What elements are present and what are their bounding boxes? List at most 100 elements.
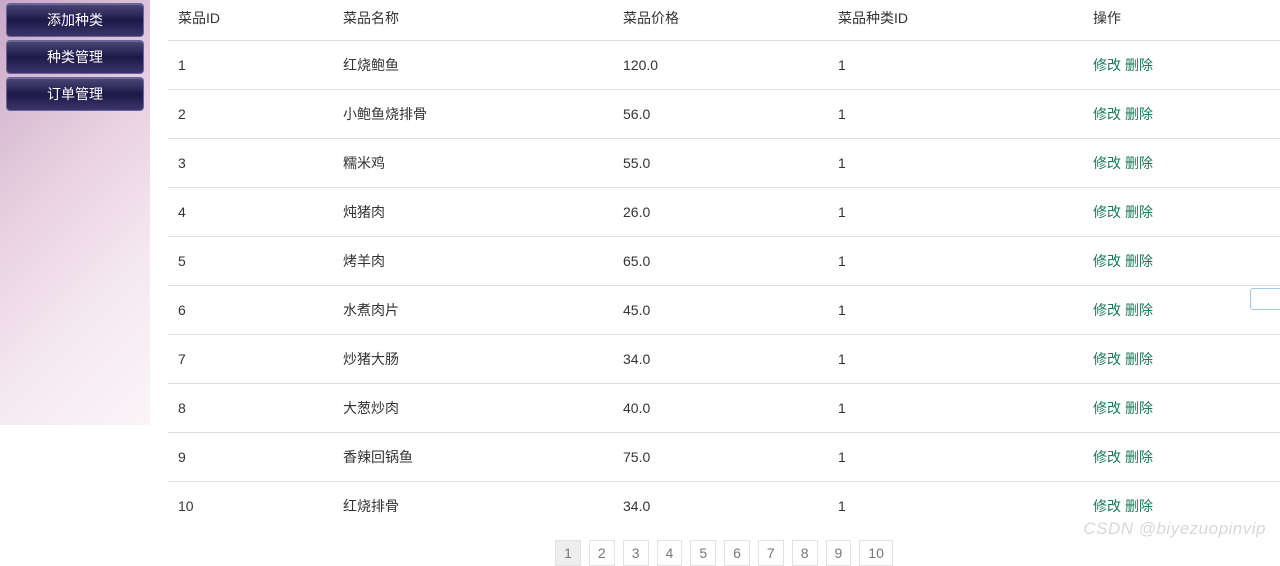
cell-category: 1	[828, 335, 1083, 384]
cell-name: 红烧排骨	[333, 482, 613, 531]
cell-category: 1	[828, 384, 1083, 433]
cell-op: 修改删除	[1083, 384, 1280, 433]
edit-link[interactable]: 修改	[1093, 204, 1121, 220]
table-row: 2小鲍鱼烧排骨56.01修改删除	[168, 90, 1280, 139]
page-button[interactable]: 4	[657, 540, 683, 566]
page-button[interactable]: 3	[623, 540, 649, 566]
cell-price: 40.0	[613, 384, 828, 433]
cell-op: 修改删除	[1083, 237, 1280, 286]
page-button[interactable]: 5	[690, 540, 716, 566]
delete-link[interactable]: 删除	[1125, 351, 1153, 367]
edit-link[interactable]: 修改	[1093, 302, 1121, 318]
cell-name: 香辣回锅鱼	[333, 433, 613, 482]
delete-link[interactable]: 删除	[1125, 400, 1153, 416]
cell-id: 5	[168, 237, 333, 286]
cell-name: 糯米鸡	[333, 139, 613, 188]
header-name: 菜品名称	[333, 0, 613, 41]
cell-price: 26.0	[613, 188, 828, 237]
cell-category: 1	[828, 482, 1083, 531]
table-row: 7炒猪大肠34.01修改删除	[168, 335, 1280, 384]
cell-category: 1	[828, 90, 1083, 139]
cell-id: 1	[168, 41, 333, 90]
cell-name: 烤羊肉	[333, 237, 613, 286]
edit-link[interactable]: 修改	[1093, 449, 1121, 465]
delete-link[interactable]: 删除	[1125, 204, 1153, 220]
page-button[interactable]: 1	[555, 540, 581, 566]
cell-id: 8	[168, 384, 333, 433]
cell-category: 1	[828, 433, 1083, 482]
main-content: 菜品ID 菜品名称 菜品价格 菜品种类ID 操作 1红烧鲍鱼120.01修改删除…	[168, 0, 1280, 530]
table-row: 9香辣回锅鱼75.01修改删除	[168, 433, 1280, 482]
cell-name: 红烧鲍鱼	[333, 41, 613, 90]
edit-link[interactable]: 修改	[1093, 253, 1121, 269]
delete-link[interactable]: 删除	[1125, 57, 1153, 73]
cell-op: 修改删除	[1083, 433, 1280, 482]
table-row: 5烤羊肉65.01修改删除	[168, 237, 1280, 286]
cell-id: 10	[168, 482, 333, 531]
cell-op: 修改删除	[1083, 335, 1280, 384]
edit-link[interactable]: 修改	[1093, 57, 1121, 73]
table-row: 10红烧排骨34.01修改删除	[168, 482, 1280, 531]
sidebar-item-label: 订单管理	[47, 86, 103, 102]
cell-id: 9	[168, 433, 333, 482]
header-op: 操作	[1083, 0, 1280, 41]
cell-category: 1	[828, 139, 1083, 188]
header-price: 菜品价格	[613, 0, 828, 41]
edit-link[interactable]: 修改	[1093, 106, 1121, 122]
cell-price: 56.0	[613, 90, 828, 139]
sidebar: 添加种类 种类管理 订单管理	[0, 0, 150, 425]
cell-category: 1	[828, 188, 1083, 237]
delete-link[interactable]: 删除	[1125, 253, 1153, 269]
header-category: 菜品种类ID	[828, 0, 1083, 41]
edit-link[interactable]: 修改	[1093, 498, 1121, 514]
page-button[interactable]: 10	[859, 540, 893, 566]
sidebar-item-label: 种类管理	[47, 49, 103, 65]
page-button[interactable]: 6	[724, 540, 750, 566]
table-header-row: 菜品ID 菜品名称 菜品价格 菜品种类ID 操作	[168, 0, 1280, 41]
dish-table: 菜品ID 菜品名称 菜品价格 菜品种类ID 操作 1红烧鲍鱼120.01修改删除…	[168, 0, 1280, 530]
delete-link[interactable]: 删除	[1125, 498, 1153, 514]
cell-id: 3	[168, 139, 333, 188]
cell-price: 45.0	[613, 286, 828, 335]
cell-name: 炖猪肉	[333, 188, 613, 237]
sidebar-item-add-category[interactable]: 添加种类	[6, 3, 144, 37]
page-button[interactable]: 9	[826, 540, 852, 566]
table-row: 8大葱炒肉40.01修改删除	[168, 384, 1280, 433]
table-row: 3糯米鸡55.01修改删除	[168, 139, 1280, 188]
delete-link[interactable]: 删除	[1125, 155, 1153, 171]
sidebar-item-label: 添加种类	[47, 12, 103, 28]
cell-id: 7	[168, 335, 333, 384]
delete-link[interactable]: 删除	[1125, 449, 1153, 465]
cell-op: 修改删除	[1083, 90, 1280, 139]
delete-link[interactable]: 删除	[1125, 302, 1153, 318]
cell-op: 修改删除	[1083, 139, 1280, 188]
delete-link[interactable]: 删除	[1125, 106, 1153, 122]
cell-name: 水煮肉片	[333, 286, 613, 335]
cell-price: 65.0	[613, 237, 828, 286]
page-button[interactable]: 8	[792, 540, 818, 566]
page-button[interactable]: 2	[589, 540, 615, 566]
cell-category: 1	[828, 41, 1083, 90]
cell-category: 1	[828, 286, 1083, 335]
cell-name: 炒猪大肠	[333, 335, 613, 384]
cell-op: 修改删除	[1083, 41, 1280, 90]
edit-link[interactable]: 修改	[1093, 400, 1121, 416]
cell-name: 小鲍鱼烧排骨	[333, 90, 613, 139]
page-button[interactable]: 7	[758, 540, 784, 566]
edit-link[interactable]: 修改	[1093, 351, 1121, 367]
sidebar-item-order-manage[interactable]: 订单管理	[6, 77, 144, 111]
cell-id: 4	[168, 188, 333, 237]
cell-id: 6	[168, 286, 333, 335]
pagination: 123456789 10	[168, 540, 1280, 566]
table-row: 1红烧鲍鱼120.01修改删除	[168, 41, 1280, 90]
edit-link[interactable]: 修改	[1093, 155, 1121, 171]
sidebar-item-category-manage[interactable]: 种类管理	[6, 40, 144, 74]
cell-price: 34.0	[613, 335, 828, 384]
cell-category: 1	[828, 237, 1083, 286]
header-id: 菜品ID	[168, 0, 333, 41]
cell-price: 55.0	[613, 139, 828, 188]
cell-price: 120.0	[613, 41, 828, 90]
table-row: 4炖猪肉26.01 修改删除	[168, 188, 1280, 237]
table-row: 6水煮肉片45.01 修改删除	[168, 286, 1280, 335]
side-widget[interactable]	[1250, 288, 1280, 310]
